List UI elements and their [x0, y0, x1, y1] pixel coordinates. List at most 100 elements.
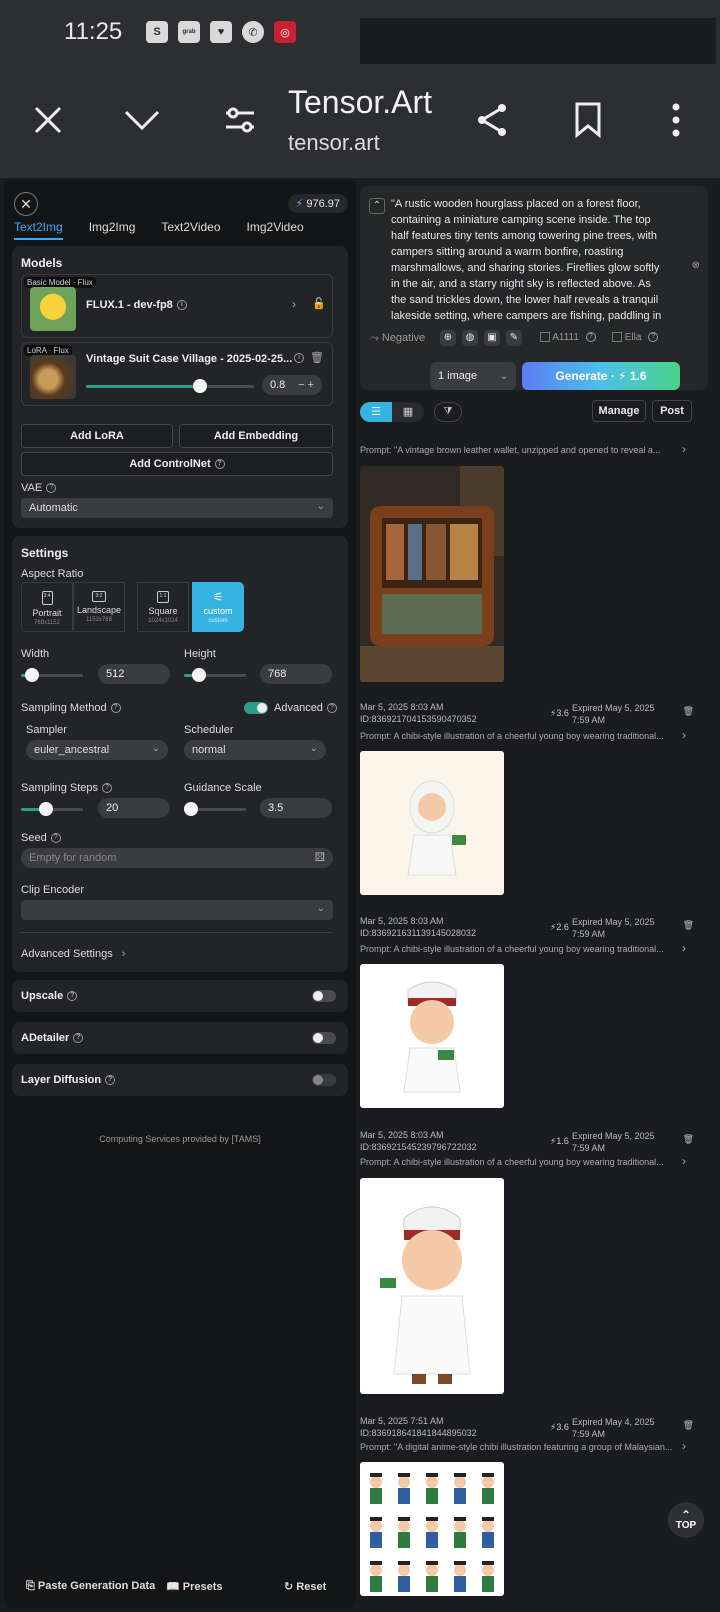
info-icon[interactable]: i: [294, 353, 304, 363]
generate-button[interactable]: Generate · ⚡ 1.6: [522, 362, 680, 390]
paste-generation-data-button[interactable]: ⎘ Paste Generation Data: [26, 1580, 155, 1593]
height-slider[interactable]: [184, 668, 246, 682]
lora-weight-input[interactable]: 0.8 − +: [262, 375, 322, 395]
prompt-input[interactable]: "A rustic wooden hourglass placed on a f…: [391, 196, 669, 322]
manage-button[interactable]: Manage: [592, 400, 646, 422]
scheduler-select[interactable]: normal ⌄: [184, 740, 326, 760]
feed-prompt[interactable]: Prompt: A chibi-style illustration of a …: [360, 944, 700, 954]
width-input[interactable]: 512: [98, 664, 170, 684]
tab-text2video[interactable]: Text2Video: [161, 220, 220, 240]
generated-image[interactable]: [360, 751, 504, 895]
trash-icon[interactable]: 🗑: [683, 1134, 694, 1145]
chevron-down-icon[interactable]: [120, 98, 164, 142]
aspect-landscape[interactable]: 3:2 Landscape 1152x768: [73, 582, 125, 632]
page-url[interactable]: tensor.art: [288, 130, 380, 156]
more-menu-icon[interactable]: [654, 98, 698, 142]
width-slider[interactable]: [21, 668, 83, 682]
adetailer-toggle[interactable]: [312, 1032, 336, 1044]
shopee-icon: S: [146, 21, 168, 43]
ella-checkbox[interactable]: Ella ?: [612, 332, 659, 343]
close-icon[interactable]: [26, 98, 70, 142]
width-knob[interactable]: [25, 668, 39, 682]
upscale-toggle[interactable]: [312, 990, 336, 1002]
collapse-icon[interactable]: ⌃: [369, 198, 385, 214]
magic-wand-icon[interactable]: ✎: [506, 330, 522, 346]
presets-button[interactable]: 📖 Presets: [166, 1580, 223, 1593]
chevron-right-icon[interactable]: ›: [682, 941, 686, 955]
chevron-right-icon[interactable]: ›: [682, 1439, 686, 1453]
image-count-select[interactable]: 1 image ⌄: [430, 362, 516, 390]
steps-input[interactable]: 20: [98, 798, 170, 818]
add-controlnet-label: Add ControlNet: [129, 458, 211, 470]
height-input[interactable]: 768: [260, 664, 332, 684]
aspect-portrait[interactable]: 3:4 Portrait 768x1152: [21, 582, 73, 632]
chibi-body: [482, 1488, 494, 1504]
reset-button[interactable]: ↻ Reset: [284, 1580, 326, 1593]
help-icon: ?: [110, 703, 121, 714]
grid-view-icon[interactable]: ▦: [392, 402, 424, 422]
guidance-slider[interactable]: [184, 802, 246, 816]
generated-image[interactable]: [360, 964, 504, 1108]
add-embedding-button[interactable]: Add Embedding: [179, 424, 333, 448]
chevron-right-icon[interactable]: ›: [292, 297, 296, 311]
clear-icon[interactable]: ⊗: [692, 260, 700, 271]
feed-prompt[interactable]: Prompt: "A vintage brown leather wallet,…: [360, 445, 700, 455]
post-button[interactable]: Post: [652, 400, 692, 422]
list-view-icon[interactable]: ☰: [360, 402, 392, 422]
height-knob[interactable]: [192, 668, 206, 682]
a1111-checkbox[interactable]: A1111 ?: [540, 332, 596, 343]
layer-diffusion-toggle[interactable]: [312, 1074, 336, 1086]
dice-icon[interactable]: ⚄: [315, 850, 325, 864]
stepper-icon[interactable]: − +: [298, 379, 314, 391]
aspect-size: 1024x1024: [148, 618, 178, 624]
tab-text2img[interactable]: Text2Img: [14, 220, 63, 240]
chevron-right-icon[interactable]: ›: [682, 728, 686, 742]
chevron-right-icon[interactable]: ›: [682, 442, 686, 456]
generated-image[interactable]: [360, 1178, 504, 1394]
vae-select[interactable]: Automatic ⌄: [21, 498, 333, 518]
sampler-select[interactable]: euler_ancestral ⌄: [26, 740, 168, 760]
site-settings-icon[interactable]: [218, 98, 262, 142]
steps-knob[interactable]: [39, 802, 53, 816]
advanced-toggle[interactable]: [244, 702, 268, 714]
scroll-top-button[interactable]: ⌃ TOP: [668, 1502, 704, 1538]
filter-icon[interactable]: ⧩: [434, 402, 462, 422]
feed-prompt[interactable]: Prompt: A chibi-style illustration of a …: [360, 1157, 700, 1167]
chevron-right-icon[interactable]: ›: [682, 1154, 686, 1168]
trash-icon[interactable]: 🗑: [683, 920, 694, 931]
chibi-head: [426, 1564, 438, 1576]
guidance-input[interactable]: 3.5: [260, 798, 332, 818]
add-controlnet-button[interactable]: Add ControlNet?: [21, 452, 333, 476]
tab-img2img[interactable]: Img2Img: [89, 220, 136, 240]
bookmark-icon[interactable]: [566, 98, 610, 142]
aspect-custom[interactable]: ⚟ custom custom: [192, 582, 244, 632]
advanced-settings-link[interactable]: Advanced Settings ›: [21, 948, 125, 960]
palette-icon[interactable]: ◍: [462, 330, 478, 346]
guidance-knob[interactable]: [184, 802, 198, 816]
lora-card[interactable]: LoRA · Flux Vintage Suit Case Village - …: [21, 342, 333, 406]
trash-icon[interactable]: 🗑: [310, 351, 324, 364]
aspect-square[interactable]: 1:1 Square 1024x1024: [137, 582, 189, 632]
steps-slider[interactable]: [21, 802, 83, 816]
share-icon[interactable]: [470, 98, 514, 142]
add-lora-button[interactable]: Add LoRA: [21, 424, 173, 448]
close-panel-icon[interactable]: ✕: [14, 192, 38, 216]
lora-weight-knob[interactable]: [193, 379, 208, 393]
info-icon[interactable]: i: [176, 300, 187, 311]
chibi-body: [454, 1576, 466, 1592]
generated-image[interactable]: [360, 466, 504, 682]
feed-prompt[interactable]: Prompt: A chibi-style illustration of a …: [360, 731, 700, 741]
clip-encoder-select[interactable]: ⌄: [21, 900, 333, 920]
image-icon[interactable]: ▣: [484, 330, 500, 346]
feed-prompt[interactable]: Prompt: "A digital anime-style chibi ill…: [360, 1442, 700, 1452]
seed-input[interactable]: Empty for random ⚄: [21, 848, 333, 868]
base-model-card[interactable]: Basic Model · Flux FLUX.1 - dev-fp8 i › 🔓: [21, 274, 333, 338]
lora-weight-slider[interactable]: [86, 379, 254, 393]
unlock-icon[interactable]: 🔓: [312, 297, 326, 310]
trash-icon[interactable]: 🗑: [683, 706, 694, 717]
tab-img2video[interactable]: Img2Video: [247, 220, 304, 240]
globe-icon[interactable]: ⊕: [440, 330, 456, 346]
negative-toggle[interactable]: ⤳ Negative: [370, 332, 425, 345]
trash-icon[interactable]: 🗑: [683, 1420, 694, 1431]
generated-image[interactable]: [360, 1462, 504, 1596]
